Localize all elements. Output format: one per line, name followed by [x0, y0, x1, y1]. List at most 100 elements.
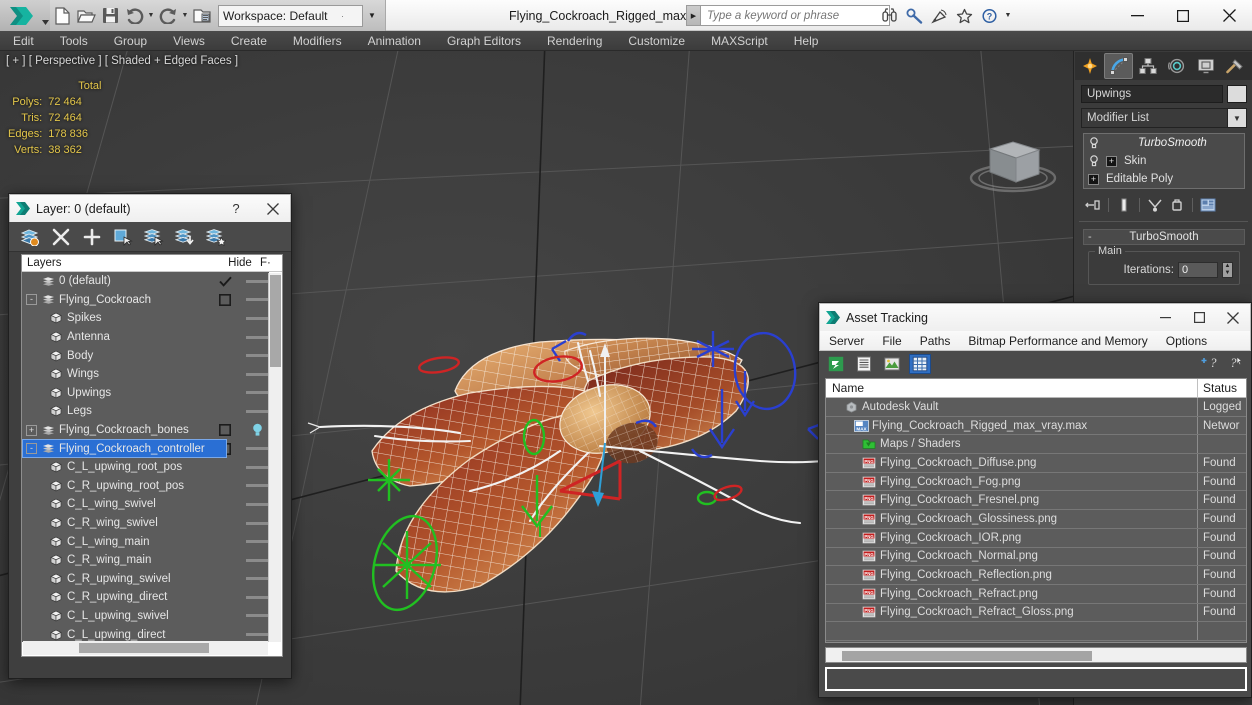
layer-freeze-toggle[interactable] [245, 540, 269, 544]
layer-hide-toggle[interactable] [205, 424, 245, 437]
minimize-button[interactable] [1148, 304, 1182, 332]
menu-item-maxscript[interactable]: MAXScript [698, 31, 781, 51]
asset-row[interactable]: PNG Flying_Cockroach_Reflection.png Found [826, 566, 1246, 585]
asset-row[interactable]: PNG Flying_Cockroach_Refract.png Found [826, 584, 1246, 604]
close-button[interactable] [1216, 304, 1250, 332]
menu-item-help[interactable]: Help [781, 31, 832, 51]
modifier-stack-item-editable-poly[interactable]: + Editable Poly [1084, 170, 1244, 188]
pin-stack-icon[interactable] [1083, 195, 1103, 215]
3ds-max-logo-icon[interactable] [0, 0, 40, 31]
new-layer-containing-objects-icon[interactable] [19, 226, 41, 248]
workspace-dropdown-icon[interactable]: ▼ [363, 5, 381, 27]
asset-row[interactable]: PNG Flying_Cockroach_Fresnel.png Found [826, 491, 1246, 511]
list-view-icon[interactable] [853, 354, 875, 374]
asset-row[interactable] [826, 622, 1246, 641]
asset-menu-server[interactable]: Server [820, 331, 873, 351]
layer-freeze-toggle[interactable] [245, 614, 269, 618]
star-icon[interactable] [953, 5, 975, 27]
layer-row[interactable]: C_R_wing_main [22, 551, 269, 570]
layer-freeze-toggle[interactable] [245, 316, 269, 320]
layer-freeze-toggle[interactable] [245, 298, 269, 302]
asset-menu-paths[interactable]: Paths [911, 331, 960, 351]
asset-rows-container[interactable]: Autodesk Vault Logged MAX Flying_Cockroach_… [826, 398, 1246, 641]
modify-tab[interactable] [1104, 53, 1133, 79]
asset-row[interactable]: PNG Flying_Cockroach_IOR.png Found [826, 528, 1246, 548]
help-dropdown-icon[interactable]: ▼ [1003, 3, 1013, 29]
layer-row[interactable]: Upwings [22, 384, 269, 403]
expand-collapse-icon[interactable]: - [26, 294, 37, 306]
layer-list[interactable]: Layers Hide F· 0 (default) - Flying_Cockro… [21, 254, 283, 657]
layer-freeze-toggle[interactable] [245, 372, 269, 376]
binoculars-icon[interactable] [878, 5, 900, 27]
layer-freeze-toggle[interactable] [245, 577, 269, 581]
layer-row[interactable]: C_L_upwing_direct [22, 625, 269, 642]
layer-freeze-toggle[interactable] [245, 279, 269, 283]
asset-row[interactable]: PNG Flying_Cockroach_Normal.png Found [826, 547, 1246, 567]
close-button[interactable] [1206, 0, 1252, 31]
layer-row[interactable]: C_R_upwing_root_pos [22, 477, 269, 496]
selected-object-name[interactable]: Upwings [1081, 85, 1223, 103]
redo-icon[interactable] [156, 3, 180, 29]
set-current-layer-to-selection-icon[interactable] [174, 226, 196, 248]
layer-row[interactable]: Antenna [22, 328, 269, 347]
search-dropdown-icon[interactable]: ▶ [686, 5, 700, 26]
asset-menu-file[interactable]: File [873, 331, 910, 351]
layer-row[interactable]: Legs [22, 402, 269, 421]
menu-item-animation[interactable]: Animation [355, 31, 434, 51]
search-box[interactable]: ▶ [686, 5, 890, 26]
menu-item-group[interactable]: Group [101, 31, 160, 51]
asset-row[interactable]: PNG Flying_Cockroach_Fog.png Found [826, 472, 1246, 492]
layer-row[interactable]: C_R_wing_swivel [22, 514, 269, 533]
layer-hide-toggle[interactable] [205, 276, 245, 287]
workspace-selector[interactable]: Workspace: Default · [218, 4, 363, 27]
layer-row[interactable]: Body [22, 346, 269, 365]
layer-vertical-scrollbar[interactable] [268, 273, 281, 642]
expand-icon[interactable]: + [1088, 173, 1099, 185]
column-header-layers[interactable]: Layers [22, 257, 220, 269]
layer-freeze-toggle[interactable] [245, 502, 269, 506]
thumbnail-view-icon[interactable] [881, 354, 903, 374]
layer-freeze-toggle[interactable] [245, 335, 269, 339]
redo-dropdown-icon[interactable]: ▼ [180, 3, 190, 29]
layer-row[interactable]: C_L_upwing_root_pos [22, 458, 269, 477]
satellite-dish-icon[interactable] [928, 5, 950, 27]
asset-row[interactable]: Autodesk Vault Logged [826, 398, 1246, 417]
menu-item-edit[interactable]: Edit [0, 31, 47, 51]
layer-hide-toggle[interactable] [205, 293, 245, 306]
modifier-stack-item-skin[interactable]: + Skin [1084, 152, 1244, 170]
show-end-result-icon[interactable] [1114, 195, 1134, 215]
iterations-field[interactable]: 0 [1178, 262, 1218, 278]
modifier-list-dropdown[interactable]: Modifier List ▼ [1081, 108, 1247, 128]
layer-freeze-toggle[interactable] [245, 484, 269, 488]
undo-icon[interactable] [122, 3, 146, 29]
menu-item-rendering[interactable]: Rendering [534, 31, 615, 51]
chevron-down-icon[interactable]: ▼ [1227, 109, 1246, 127]
menu-item-tools[interactable]: Tools [47, 31, 101, 51]
menu-item-modifiers[interactable]: Modifiers [280, 31, 355, 51]
help-icon[interactable]: ? [978, 5, 1000, 27]
column-header-name[interactable]: Name [826, 381, 1197, 395]
expand-icon[interactable]: + [1106, 155, 1117, 167]
asset-list[interactable]: Name Status Autodesk Vault Logged MAX Flyin… [825, 378, 1247, 643]
open-file-icon[interactable] [74, 3, 98, 29]
utilities-tab[interactable] [1220, 53, 1249, 79]
minimize-button[interactable] [1114, 0, 1160, 31]
motion-tab[interactable] [1162, 53, 1191, 79]
lightbulb-icon[interactable] [1088, 137, 1100, 149]
set-current-layer-icon[interactable] [205, 226, 227, 248]
layer-freeze-toggle[interactable] [245, 633, 269, 637]
help-add-icon[interactable]: ? [1201, 354, 1218, 373]
expand-collapse-icon[interactable]: + [26, 424, 37, 436]
layer-row[interactable]: + Flying_Cockroach_bones [22, 421, 269, 440]
select-objects-in-layer-icon[interactable] [143, 226, 165, 248]
hierarchy-tab[interactable] [1133, 53, 1162, 79]
menu-item-graph-editors[interactable]: Graph Editors [434, 31, 534, 51]
layer-row[interactable]: - Flying_Cockroach_controllers [22, 439, 269, 458]
layer-freeze-toggle[interactable] [245, 558, 269, 562]
wrench-icon[interactable] [903, 5, 925, 27]
layer-row[interactable]: C_R_upwing_swivel [22, 570, 269, 589]
layer-row[interactable]: C_L_wing_swivel [22, 495, 269, 514]
object-color-swatch[interactable] [1227, 85, 1247, 103]
modifier-stack-item-turbosmooth[interactable]: TurboSmooth [1084, 134, 1244, 152]
asset-row[interactable]: PNG Flying_Cockroach_Refract_Gloss.png Fou… [826, 603, 1246, 623]
